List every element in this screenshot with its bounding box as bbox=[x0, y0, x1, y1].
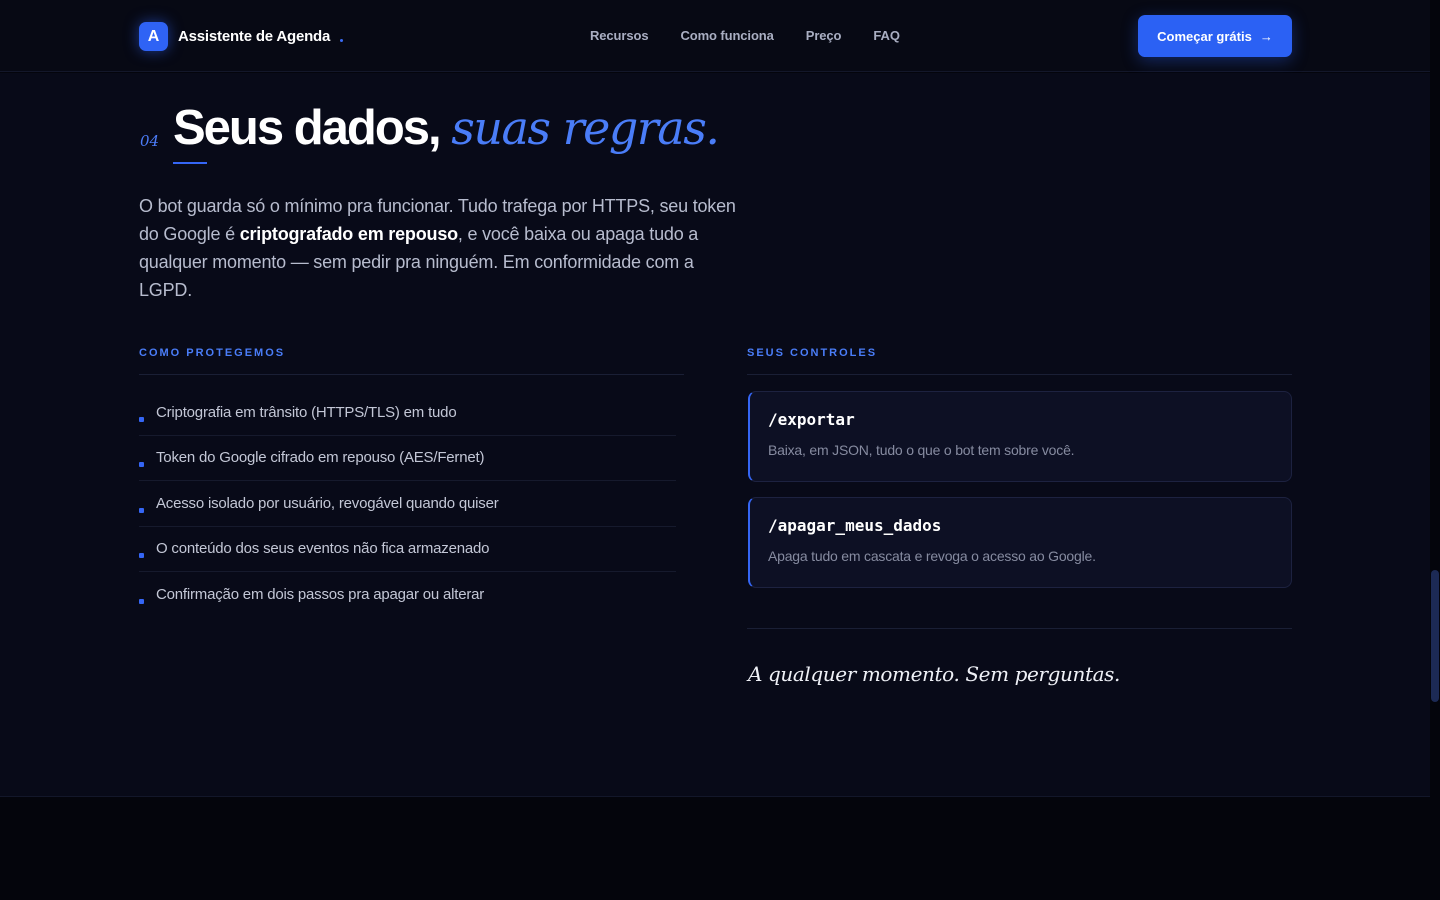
export-command-card[interactable]: /exportar Baixa, em JSON, tudo o que o b… bbox=[748, 391, 1292, 482]
start-free-button[interactable]: Começar grátis → bbox=[1138, 15, 1292, 57]
title-underline bbox=[173, 162, 207, 164]
nav-link-como-funciona[interactable]: Como funciona bbox=[680, 28, 773, 43]
list-item-text: Token do Google cifrado em repouso (AES/… bbox=[156, 449, 485, 467]
arrow-right-icon: → bbox=[1259, 28, 1273, 44]
list-item: O conteúdo dos seus eventos não fica arm… bbox=[139, 527, 676, 572]
bullet-icon bbox=[139, 553, 144, 559]
list-item: Criptografia em trânsito (HTTPS/TLS) em … bbox=[139, 390, 676, 436]
export-command: /exportar bbox=[768, 410, 855, 429]
controls-tagline: A qualquer momento. Sem perguntas. bbox=[748, 662, 1120, 686]
brand-name: Assistente de Agenda bbox=[178, 28, 331, 45]
title-accent: suas regras. bbox=[451, 101, 720, 155]
protect-heading: COMO PROTEGEMOS bbox=[139, 347, 286, 359]
export-description: Baixa, em JSON, tudo o que o bot tem sob… bbox=[768, 442, 1075, 458]
list-item: Confirmação em dois passos pra apagar ou… bbox=[139, 572, 676, 618]
brand-logo-icon: A bbox=[139, 22, 168, 51]
list-item: Token do Google cifrado em repouso (AES/… bbox=[139, 436, 676, 481]
nav-link-recursos[interactable]: Recursos bbox=[590, 28, 649, 43]
bullet-icon bbox=[139, 462, 144, 468]
section-lead: O bot guarda só o mínimo pra funcionar. … bbox=[139, 192, 739, 304]
bullet-icon bbox=[139, 507, 144, 513]
protect-divider bbox=[139, 374, 684, 375]
controls-divider bbox=[747, 374, 1292, 375]
brand-link[interactable]: A Assistente de Agenda bbox=[139, 22, 344, 51]
protect-list: Criptografia em trânsito (HTTPS/TLS) em … bbox=[139, 390, 676, 618]
controls-heading: SEUS CONTROLES bbox=[747, 347, 878, 359]
bullet-icon bbox=[139, 599, 144, 605]
section-title: Seus dados, suas regras. bbox=[173, 100, 720, 156]
scrollbar-track[interactable] bbox=[1430, 0, 1440, 900]
list-item: Acesso isolado por usuário, revogável qu… bbox=[139, 481, 676, 527]
start-free-label: Começar grátis bbox=[1157, 28, 1252, 44]
nav-link-preco[interactable]: Preço bbox=[806, 28, 842, 43]
title-main: Seus dados, bbox=[173, 101, 442, 155]
nav-links: Recursos Como funciona Preço FAQ bbox=[590, 28, 900, 43]
delete-data-command-card[interactable]: /apagar_meus_dados Apaga tudo em cascata… bbox=[748, 497, 1292, 588]
list-item-text: O conteúdo dos seus eventos não fica arm… bbox=[156, 540, 490, 558]
tagline-divider bbox=[747, 628, 1292, 629]
scrollbar-thumb[interactable] bbox=[1431, 570, 1439, 702]
lead-emphasis: criptografado em repouso bbox=[239, 224, 458, 244]
list-item-text: Criptografia em trânsito (HTTPS/TLS) em … bbox=[156, 403, 457, 421]
delete-data-description: Apaga tudo em cascata e revoga o acesso … bbox=[768, 548, 1096, 564]
section-number: 04 bbox=[140, 132, 160, 150]
brand-dot-icon bbox=[340, 39, 344, 42]
list-item-text: Acesso isolado por usuário, revogável qu… bbox=[156, 494, 499, 512]
top-nav: A Assistente de Agenda Recursos Como fun… bbox=[0, 0, 1430, 72]
nav-link-faq[interactable]: FAQ bbox=[873, 28, 900, 43]
delete-data-command: /apagar_meus_dados bbox=[768, 516, 942, 535]
list-item-text: Confirmação em dois passos pra apagar ou… bbox=[156, 586, 485, 604]
bullet-icon bbox=[139, 416, 144, 422]
